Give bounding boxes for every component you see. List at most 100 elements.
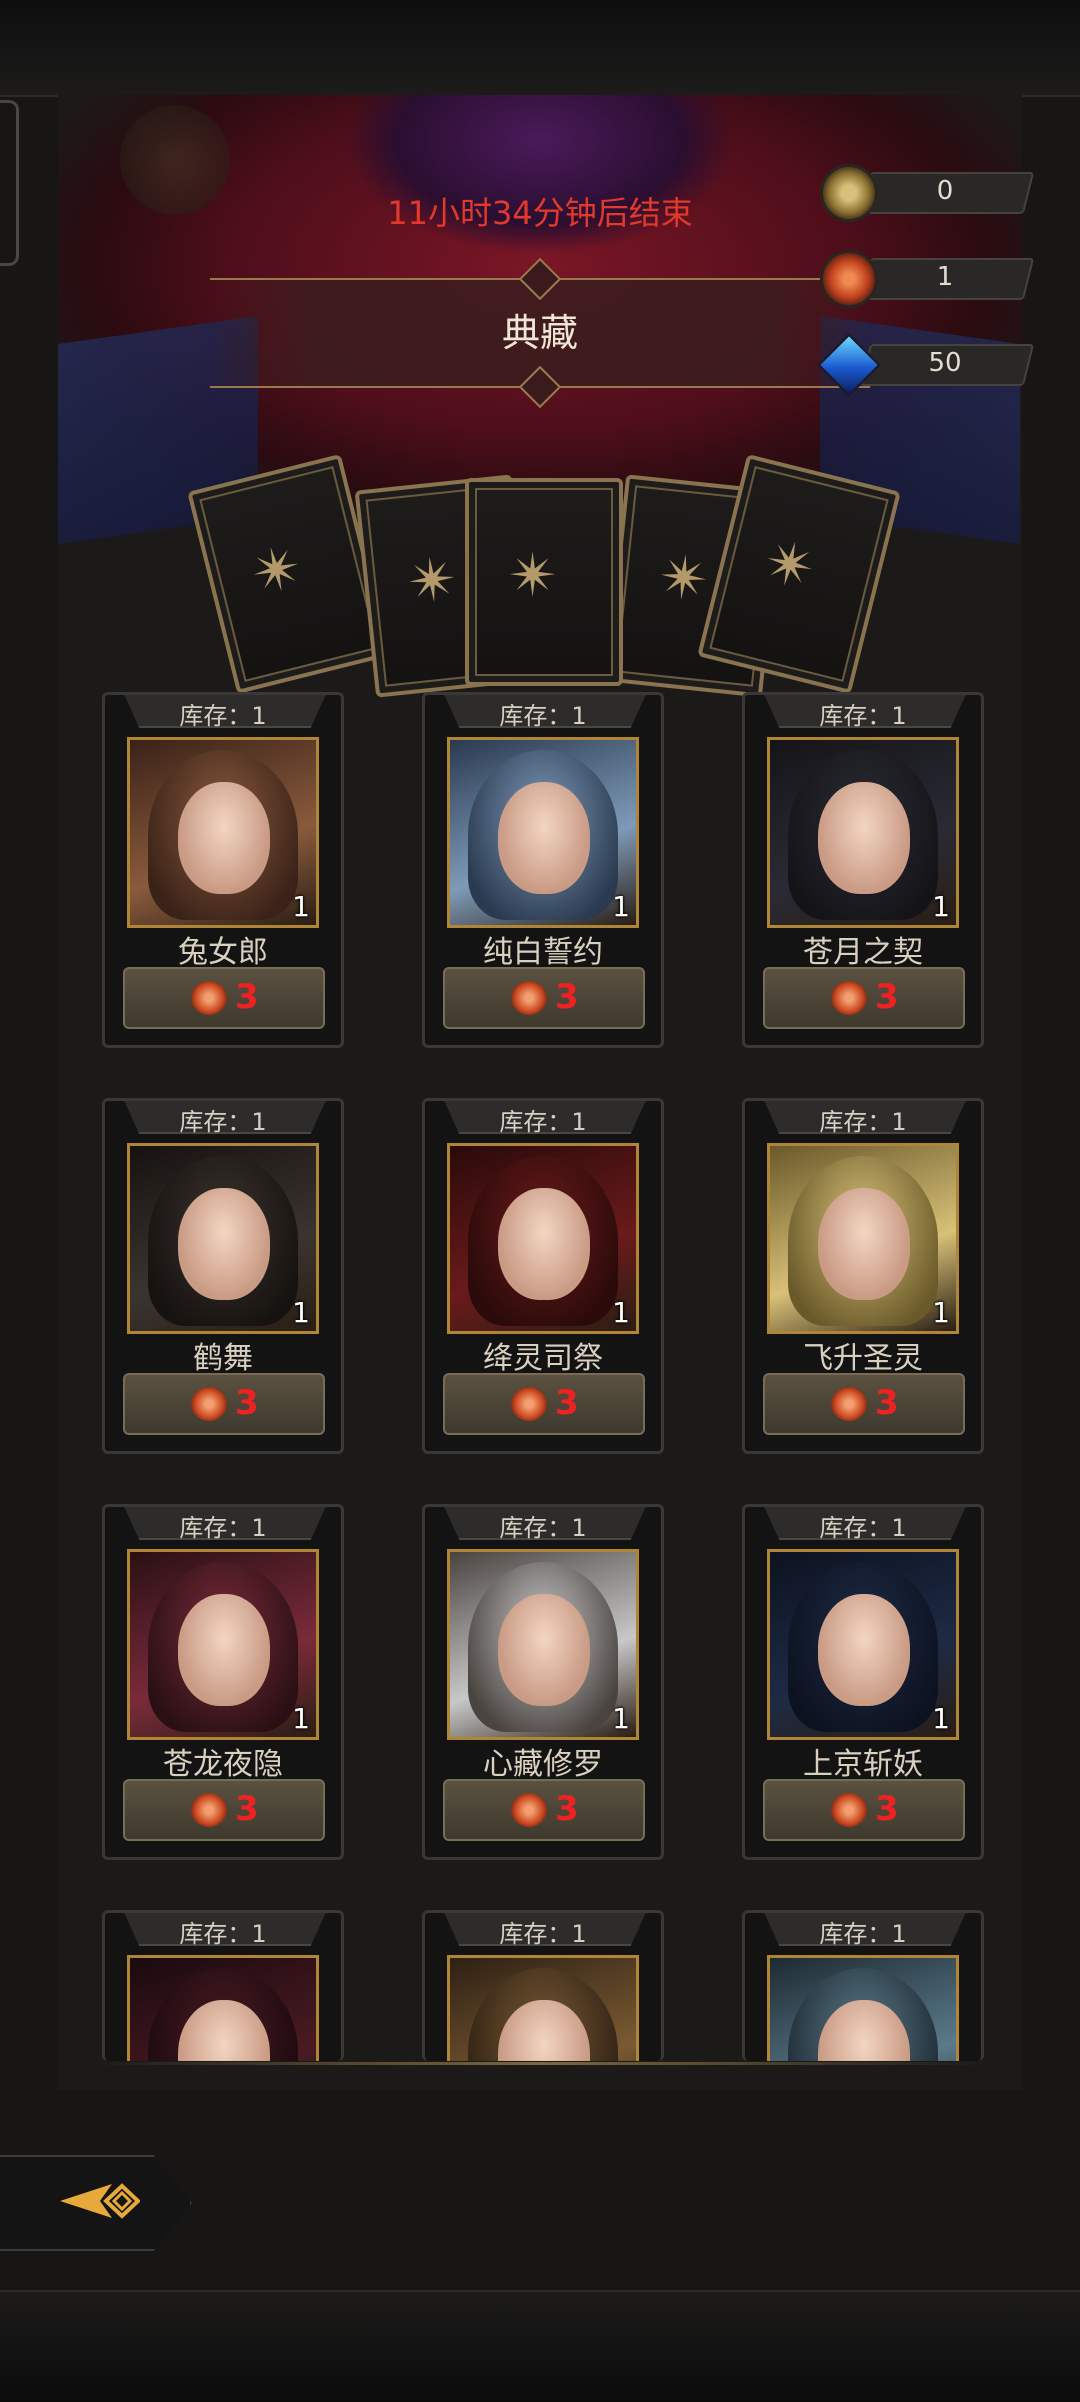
divider	[90, 2062, 990, 2065]
character-face	[818, 782, 910, 894]
stock-label: 库存：1	[499, 1920, 587, 1948]
price-value: 3	[875, 977, 899, 1017]
shop-item-card[interactable]: 库存：1 1 苍龙夜隐 3	[102, 1504, 344, 1860]
stock-label: 库存：1	[499, 1514, 587, 1542]
skin-name: 鹤舞	[193, 1341, 253, 1376]
red-coin-icon	[831, 1793, 867, 1827]
red-coin-icon	[831, 981, 867, 1015]
shop-item-card[interactable]: 库存：1 1 飞升圣灵 3	[742, 1098, 984, 1454]
star-icon: ✴	[508, 541, 559, 611]
price-value: 3	[235, 1789, 259, 1829]
red-coin-icon	[511, 1387, 547, 1421]
stock-label: 库存：1	[179, 1108, 267, 1136]
owned-count: 1	[932, 890, 950, 923]
shop-item-card[interactable]: 库存：1 1 鹤舞 3	[102, 1098, 344, 1454]
owned-count: 1	[932, 1702, 950, 1735]
stock-label: 库存：1	[179, 1920, 267, 1948]
tarot-card-3: ✴	[465, 478, 623, 686]
back-arrow-icon[interactable]	[60, 2178, 140, 2224]
skin-name: 纯白誓约	[483, 935, 603, 970]
owned-count: 1	[292, 1296, 310, 1329]
skin-portrait: 1	[447, 1549, 639, 1740]
price-value: 3	[875, 1383, 899, 1423]
owned-count: 1	[292, 1702, 310, 1735]
currency-gold: 0	[820, 164, 1035, 222]
star-icon: ✴	[244, 530, 310, 611]
skin-portrait: 1	[767, 1143, 959, 1334]
star-icon: ✴	[403, 543, 462, 619]
currency-value: 0	[936, 176, 954, 206]
buy-button[interactable]: 3	[763, 1373, 965, 1435]
character-face	[498, 1594, 590, 1706]
shop-item-card[interactable]: 库存：1	[102, 1910, 344, 2061]
buy-button[interactable]: 3	[123, 967, 325, 1029]
price-value: 3	[555, 1789, 579, 1829]
buy-button[interactable]: 3	[443, 967, 645, 1029]
owned-count: 1	[612, 1296, 630, 1329]
owned-count: 1	[612, 1702, 630, 1735]
character-face	[178, 1188, 270, 1300]
skin-portrait: 1	[767, 1549, 959, 1740]
skin-portrait: 1	[447, 737, 639, 928]
shop-item-card[interactable]: 库存：1 1 绛灵司祭 3	[422, 1098, 664, 1454]
buy-button[interactable]: 3	[443, 1779, 645, 1841]
character-face	[178, 1594, 270, 1706]
stock-label: 库存：1	[819, 1108, 907, 1136]
side-tab-handle[interactable]	[0, 100, 19, 266]
skin-portrait	[447, 1955, 639, 2061]
shop-item-card[interactable]: 库存：1 1 上京斩妖 3	[742, 1504, 984, 1860]
skin-portrait	[127, 1955, 319, 2061]
skin-name: 心藏修罗	[483, 1747, 603, 1782]
currency-crystal: 50	[817, 333, 1035, 397]
owned-count: 1	[292, 890, 310, 923]
skin-name: 上京斩妖	[803, 1747, 923, 1782]
skin-name: 苍龙夜隐	[163, 1747, 283, 1782]
currency-value: 50	[928, 348, 962, 378]
currency-red: 1	[820, 250, 1035, 308]
event-timer: 11小时34分钟后结束	[387, 194, 693, 232]
stock-label: 库存：1	[499, 702, 587, 730]
price-value: 3	[875, 1789, 899, 1829]
shop-item-card[interactable]: 库存：1	[742, 1910, 984, 2061]
shop-item-card[interactable]: 库存：1 1 纯白誓约 3	[422, 692, 664, 1048]
red-coin-icon	[831, 1387, 867, 1421]
star-icon: ✴	[757, 525, 823, 606]
price-value: 3	[235, 1383, 259, 1423]
buy-button[interactable]: 3	[123, 1373, 325, 1435]
stock-label: 库存：1	[819, 1920, 907, 1948]
shop-item-card[interactable]: 库存：1	[422, 1910, 664, 2061]
stock-label: 库存：1	[499, 1108, 587, 1136]
price-value: 3	[235, 977, 259, 1017]
gold-coin-icon	[820, 164, 878, 222]
skin-portrait: 1	[767, 737, 959, 928]
currency-value: 1	[936, 262, 954, 292]
shop-item-card[interactable]: 库存：1 1 苍月之契 3	[742, 692, 984, 1048]
price-value: 3	[555, 977, 579, 1017]
shop-item-card[interactable]: 库存：1 1 兔女郎 3	[102, 692, 344, 1048]
skin-portrait	[767, 1955, 959, 2061]
page-title: 典藏	[501, 311, 578, 355]
top-frame	[0, 0, 1080, 97]
stock-label: 库存：1	[179, 1514, 267, 1542]
bottom-frame	[0, 2290, 1080, 2402]
stock-label: 库存：1	[819, 1514, 907, 1542]
buy-button[interactable]: 3	[123, 1779, 325, 1841]
buy-button[interactable]: 3	[763, 967, 965, 1029]
red-coin-icon	[191, 1387, 227, 1421]
skin-name: 绛灵司祭	[483, 1341, 603, 1376]
character-face	[498, 1188, 590, 1300]
buy-button[interactable]: 3	[443, 1373, 645, 1435]
skin-portrait: 1	[127, 737, 319, 928]
character-face	[818, 1188, 910, 1300]
price-value: 3	[555, 1383, 579, 1423]
red-coin-icon	[511, 1793, 547, 1827]
skin-name: 兔女郎	[178, 935, 268, 970]
character-face	[178, 782, 270, 894]
skin-name: 飞升圣灵	[803, 1341, 923, 1376]
shop-item-card[interactable]: 库存：1 1 心藏修罗 3	[422, 1504, 664, 1860]
buy-button[interactable]: 3	[763, 1779, 965, 1841]
red-coin-icon	[191, 981, 227, 1015]
red-coin-icon	[191, 1793, 227, 1827]
owned-count: 1	[932, 1296, 950, 1329]
star-icon: ✴	[655, 541, 713, 617]
